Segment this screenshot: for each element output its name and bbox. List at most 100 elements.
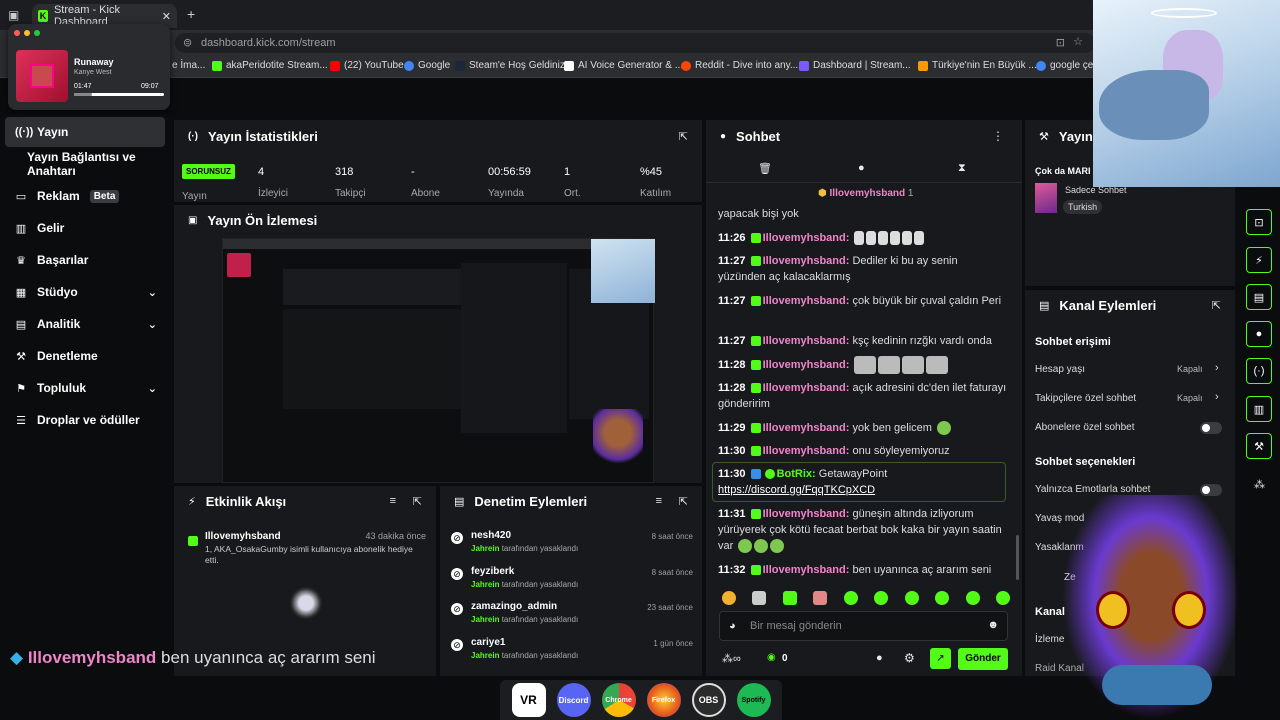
chevron-right-icon[interactable]: › (1215, 391, 1219, 403)
chat-bubble-icon[interactable]: ● (1246, 321, 1272, 347)
emote-icon[interactable] (874, 591, 889, 605)
obs-icon[interactable]: OBS (691, 683, 726, 717)
chat-username[interactable]: Illovemyhsband: (763, 335, 850, 347)
sub-chat-toggle[interactable] (1200, 422, 1222, 434)
account-age-value[interactable]: Kapalı (1177, 364, 1203, 374)
chat-username[interactable]: Illovemyhsband: (763, 295, 850, 307)
chat-username[interactable]: Illovemyhsband: (763, 508, 850, 520)
chat-input[interactable]: ◕ Bir mesaj gönderin ☻ (719, 611, 1008, 641)
mod-user[interactable]: cariye1 (471, 637, 505, 648)
chat-username[interactable]: Illovemyhsband: (763, 382, 850, 394)
chat-username[interactable]: Illovemyhsband: (763, 232, 850, 244)
vr-app-icon[interactable]: VR (511, 683, 546, 717)
sidebar-item-analytics[interactable]: ▤ Analitik ⌄ (5, 309, 165, 339)
wrench-icon[interactable]: ⚒ (1246, 433, 1272, 459)
activity-user[interactable]: Illovemyhsband (205, 531, 281, 542)
more-options-icon[interactable]: ⋮ (992, 129, 1004, 143)
emote-icon[interactable] (782, 591, 797, 605)
chat-username[interactable]: Illovemyhsband: (763, 255, 850, 267)
sidebar-item-studio[interactable]: ▦ Stüdyo ⌄ (5, 277, 165, 307)
mod-by[interactable]: Jahrein (471, 651, 499, 660)
chat-scrollbar[interactable] (1016, 535, 1019, 580)
mod-user[interactable]: feyziberk (471, 566, 514, 577)
sidebar-item-drops[interactable]: ☰ Droplar ve ödüller (5, 405, 165, 435)
chrome-icon[interactable]: Chrome (601, 683, 636, 717)
progress-track[interactable] (74, 93, 164, 96)
chevron-right-icon[interactable]: › (1215, 362, 1219, 374)
bookmark-item[interactable]: Türkiye'nin En Büyük ... (918, 60, 1037, 71)
chat-bubble-icon[interactable]: ● (876, 652, 883, 664)
emote-icon[interactable] (965, 591, 980, 605)
mod-user[interactable]: zamazingo_admin (471, 601, 557, 612)
chat-username[interactable]: Illovemyhsband: (763, 564, 850, 576)
kick-bot-icon[interactable]: ↗ (930, 648, 951, 669)
community-icon[interactable]: ⁂∞ (722, 652, 741, 665)
mod-by[interactable]: Jahrein (471, 580, 499, 589)
emote-icon[interactable] (935, 591, 950, 605)
chat-username[interactable]: BotRix: (777, 468, 816, 480)
sidebar-item-achievements[interactable]: ♛ Başarılar (5, 245, 165, 275)
send-button[interactable]: Gönder (958, 648, 1008, 670)
bookmark-item[interactable]: (22) YouTube (330, 60, 404, 71)
hourglass-icon[interactable]: ⧗ (958, 162, 966, 175)
emote-icon[interactable] (904, 591, 919, 605)
chat-username[interactable]: Illovemyhsband: (763, 422, 850, 434)
popout-icon[interactable]: ⇱ (1212, 299, 1221, 312)
discord-link[interactable]: https://discord.gg/FqqTKCpXCD (718, 484, 875, 496)
minimize-dot-icon[interactable] (24, 30, 30, 36)
preview-video[interactable] (222, 238, 655, 483)
emote-icon[interactable] (813, 591, 828, 605)
bookmark-item[interactable]: Steam'e Hoş Geldiniz (455, 60, 565, 71)
sidebar-item-stream-key[interactable]: Yayın Bağlantısı ve Anahtarı (5, 149, 165, 179)
maximize-dot-icon[interactable] (34, 30, 40, 36)
discord-icon[interactable]: Discord (556, 683, 591, 717)
emote-icon[interactable] (752, 591, 767, 605)
new-tab-icon[interactable]: + (187, 6, 195, 22)
emote-icon[interactable] (843, 591, 858, 605)
chat-username[interactable]: Illovemyhsband: (763, 359, 850, 371)
trash-icon[interactable]: 🗑 (758, 162, 772, 175)
close-dot-icon[interactable] (14, 30, 20, 36)
sidebar-item-stream[interactable]: ((·)) Yayın (5, 117, 165, 147)
emote-icon[interactable] (995, 591, 1010, 605)
sidebar-item-revenue[interactable]: ▥ Gelir (5, 213, 165, 243)
sidebar-item-community[interactable]: ⚑ Topluluk ⌄ (5, 373, 165, 403)
filter-icon[interactable]: ≡ (656, 495, 662, 507)
bookmark-item[interactable]: akaPeridotite Stream... (212, 60, 328, 71)
mod-by[interactable]: Jahrein (471, 544, 499, 553)
bookmark-item[interactable]: e İma... (172, 60, 205, 71)
install-icon[interactable]: ⊡ (1056, 36, 1065, 49)
close-tab-icon[interactable]: ✕ (162, 10, 171, 23)
spotify-icon[interactable]: Spotify (736, 683, 771, 717)
popout-icon[interactable]: ⇱ (413, 495, 422, 508)
emote-icon[interactable] (722, 591, 736, 605)
settings-gear-icon[interactable]: ⚙ (904, 651, 915, 665)
chat-mode-icon[interactable]: ● (858, 162, 865, 174)
clipboard-icon[interactable]: ▤ (1246, 284, 1272, 310)
bookmark-item[interactable]: Reddit - Dive into any... (681, 60, 798, 71)
emoji-icon[interactable]: ☻ (987, 619, 999, 631)
bolt-icon[interactable]: ⚡ (1246, 247, 1272, 273)
community-icon[interactable]: ⁂ (1254, 478, 1265, 491)
chat-username[interactable]: Illovemyhsband: (763, 445, 850, 457)
tab-menu-icon[interactable]: ▣ (8, 8, 19, 22)
bookmark-item[interactable]: AI Voice Generator & ... (564, 60, 683, 71)
filter-icon[interactable]: ≡ (390, 495, 396, 507)
bookmark-item[interactable]: Dashboard | Stream... (799, 60, 911, 71)
mod-by[interactable]: Jahrein (471, 615, 499, 624)
clip-icon[interactable]: ⊡ (1246, 209, 1272, 235)
bookmark-star-icon[interactable]: ☆ (1073, 35, 1083, 48)
broadcast-icon[interactable]: (·) (1246, 358, 1272, 384)
follower-chat-value[interactable]: Kapalı (1177, 393, 1203, 403)
sidebar-item-ads[interactable]: ▭ Reklam Beta (5, 181, 165, 211)
mod-user[interactable]: nesh420 (471, 530, 511, 541)
sidebar-item-moderation[interactable]: ⚒ Denetleme (5, 341, 165, 371)
firefox-icon[interactable]: Firefox (646, 683, 681, 717)
bookmark-item[interactable]: google çev (1036, 60, 1098, 71)
pinned-user[interactable]: Illovemyhsband (830, 188, 906, 199)
popout-icon[interactable]: ⇱ (679, 495, 688, 508)
layout-icon[interactable]: ▥ (1246, 396, 1272, 422)
popout-icon[interactable]: ⇱ (679, 130, 688, 143)
bookmark-item[interactable]: Google (404, 60, 450, 71)
site-info-icon[interactable]: ⊜ (183, 36, 192, 49)
